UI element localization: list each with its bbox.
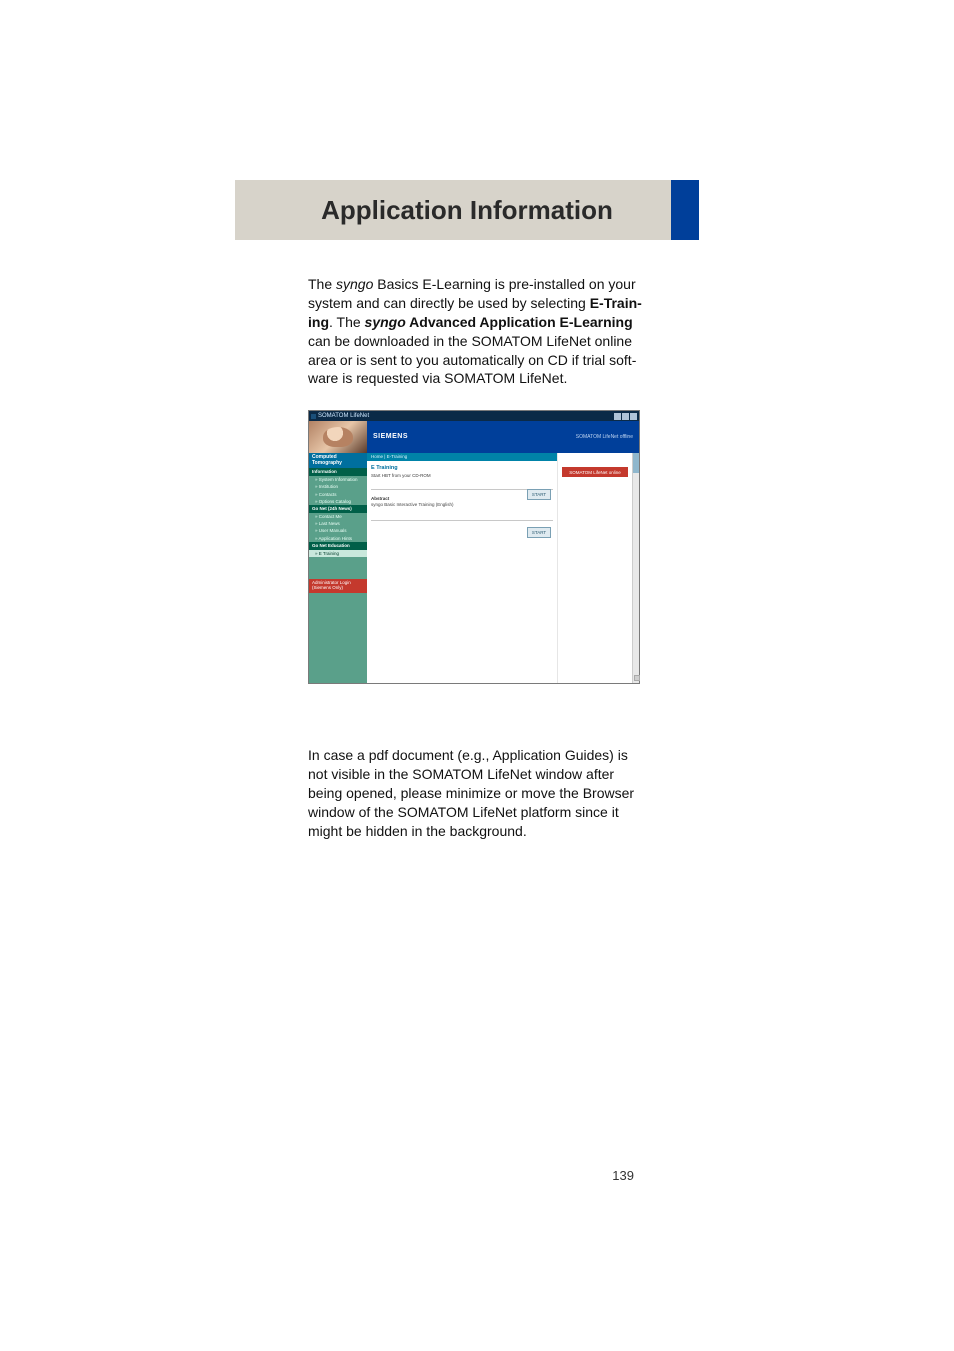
- minimize-icon[interactable]: [614, 413, 621, 420]
- scrollbar[interactable]: [632, 453, 639, 683]
- sidebar-section-information: Information: [309, 468, 367, 475]
- page: Application Information The syngo Basics…: [0, 0, 954, 1351]
- sidebar-section-gonet-news: Go Net (24h News): [309, 505, 367, 512]
- sidebar-admin-login[interactable]: Administrator Login (Siemens Only): [309, 579, 367, 593]
- content-line-cd: Start HBT from your CD-ROM: [371, 473, 553, 478]
- sidebar-item[interactable]: » Institution: [309, 483, 367, 490]
- content-area: Home | E-Training E Training Start HBT f…: [367, 453, 557, 683]
- divider: [371, 520, 553, 521]
- sidebar-header: Computed Tomography: [309, 453, 367, 468]
- brand-logo: SIEMENS: [373, 433, 408, 441]
- sidebar-section-education: Go Net Education: [309, 542, 367, 549]
- window-title: SOMATOM LifeNet: [318, 413, 369, 420]
- sidebar-item-etraining[interactable]: » E Training: [309, 550, 367, 557]
- maximize-icon[interactable]: [622, 413, 629, 420]
- app-icon: [311, 414, 316, 419]
- sidebar-item[interactable]: » System Information: [309, 476, 367, 483]
- start-button[interactable]: START: [527, 527, 551, 538]
- note-paragraph: In case a pdf document (e.g., Applicatio…: [308, 732, 648, 854]
- close-icon[interactable]: [630, 413, 637, 420]
- syngo-bold-italic: syngo: [365, 314, 406, 330]
- content-heading: E Training: [371, 465, 553, 472]
- brand-subtitle: SOMATOM LifeNet offline: [576, 434, 633, 440]
- page-title: Application Information: [321, 195, 613, 226]
- syngo-italic: syngo: [336, 276, 373, 292]
- window-titlebar: SOMATOM LifeNet: [309, 411, 639, 421]
- divider: [371, 489, 553, 490]
- hero-photo: [309, 421, 367, 453]
- right-panel: SOMATOM LifeNet online: [557, 453, 632, 683]
- abstract-text: syngo Basic Interactive Training (Englis…: [371, 502, 553, 507]
- start-button[interactable]: START: [527, 489, 551, 500]
- note-text: In case a pdf document (e.g., Applicatio…: [308, 746, 648, 840]
- sidebar-item[interactable]: » Contact Me: [309, 513, 367, 520]
- sidebar-item[interactable]: » Application Hints: [309, 535, 367, 542]
- lifenet-screenshot: SOMATOM LifeNet SIEMENS SOMATOM LifeNet …: [308, 410, 640, 684]
- text: . The: [329, 314, 365, 330]
- sidebar: Computed Tomography Information » System…: [309, 453, 367, 683]
- header-accent-block: [671, 180, 699, 240]
- sidebar-item[interactable]: » Last News: [309, 520, 367, 527]
- sidebar-item[interactable]: » User Manuals: [309, 527, 367, 534]
- text: can be downloaded in the SOMATOM LifeNet…: [308, 333, 636, 387]
- intro-paragraph: The syngo Basics E-Learning is pre-insta…: [308, 275, 648, 684]
- abstract-heading: Abstract: [371, 496, 553, 501]
- header-bar: Application Information: [235, 180, 699, 240]
- breadcrumb: Home | E-Training: [367, 453, 557, 460]
- sidebar-item[interactable]: » Options Catalog: [309, 498, 367, 505]
- lifenet-online-button[interactable]: SOMATOM LifeNet online: [562, 467, 628, 477]
- brand-band: SIEMENS SOMATOM LifeNet offline: [309, 421, 639, 453]
- sidebar-item[interactable]: » Contacts: [309, 491, 367, 498]
- advanced-bold: Advanced Application E-Learning: [406, 314, 633, 330]
- window-controls[interactable]: [614, 413, 637, 420]
- text: The: [308, 276, 336, 292]
- page-number: 139: [612, 1168, 634, 1183]
